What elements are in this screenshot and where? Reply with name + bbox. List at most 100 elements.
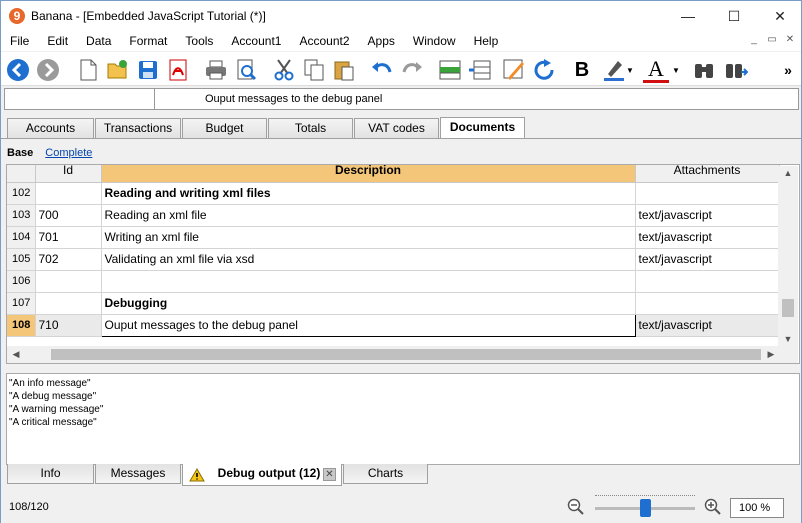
redo-icon[interactable] — [399, 57, 425, 83]
highlight-color-icon[interactable] — [601, 57, 627, 83]
cell-id[interactable]: 701 — [35, 226, 102, 249]
tab-accounts[interactable]: Accounts — [7, 118, 94, 138]
menu-data[interactable]: Data — [77, 31, 120, 51]
column-header-description[interactable]: Description — [101, 165, 636, 183]
cell-description-current[interactable]: Ouput messages to the debug panel — [100, 313, 636, 337]
cell-content[interactable]: Ouput messages to the debug panel — [157, 89, 798, 109]
menu-help[interactable]: Help — [465, 31, 508, 51]
tab-charts[interactable]: Charts — [343, 464, 428, 484]
print-preview-icon[interactable] — [233, 57, 259, 83]
mdi-close-button[interactable]: ✕ — [783, 34, 797, 45]
insert-row-icon[interactable] — [467, 57, 493, 83]
minimize-button[interactable]: — — [665, 1, 711, 31]
cell-attachments[interactable]: text/javascript — [635, 314, 780, 337]
zoom-level-field[interactable]: 100 % — [730, 498, 784, 518]
cell-attachments[interactable] — [635, 182, 780, 205]
edit-icon[interactable] — [501, 57, 527, 83]
close-tab-icon[interactable]: ✕ — [323, 468, 336, 481]
menu-account1[interactable]: Account1 — [222, 31, 290, 51]
scroll-up-icon[interactable]: ▲ — [781, 168, 795, 178]
cell-id[interactable]: 702 — [35, 248, 102, 271]
tab-totals[interactable]: Totals — [268, 118, 353, 138]
tab-transactions[interactable]: Transactions — [95, 118, 181, 138]
cell-attachments[interactable]: text/javascript — [635, 204, 780, 227]
cell-id[interactable] — [35, 182, 102, 205]
table-row[interactable]: 102 Reading and writing xml files — [7, 182, 780, 205]
mdi-minimize-button[interactable]: _ — [747, 34, 761, 45]
undo-icon[interactable] — [369, 57, 395, 83]
add-row-icon[interactable] — [437, 57, 463, 83]
tab-vat-codes[interactable]: VAT codes — [354, 118, 439, 138]
cell-description[interactable]: Reading and writing xml files — [101, 182, 636, 205]
horizontal-scroll-thumb[interactable] — [51, 349, 761, 360]
table-row[interactable]: 104 701 Writing an xml file text/javascr… — [7, 226, 780, 249]
tab-messages[interactable]: Messages — [95, 464, 181, 484]
cell-description[interactable]: Writing an xml file — [101, 226, 636, 249]
cell-id[interactable] — [35, 270, 102, 293]
debug-output-panel: "An info message" "A debug message" "A w… — [6, 373, 800, 465]
forward-icon[interactable] — [35, 57, 61, 83]
column-header-row-number[interactable] — [7, 165, 36, 183]
highlight-dropdown-icon[interactable]: ▼ — [625, 57, 635, 83]
vertical-scroll-thumb[interactable] — [782, 299, 794, 317]
table-row[interactable]: 103 700 Reading an xml file text/javascr… — [7, 204, 780, 227]
tab-info[interactable]: Info — [7, 464, 94, 484]
new-file-icon[interactable] — [75, 57, 101, 83]
pdf-icon[interactable] — [165, 57, 191, 83]
column-header-attachments[interactable]: Attachments — [635, 165, 780, 183]
find-icon[interactable] — [691, 57, 717, 83]
menu-window[interactable]: Window — [404, 31, 465, 51]
zoom-in-icon[interactable] — [704, 498, 722, 516]
view-base[interactable]: Base — [7, 147, 33, 159]
menu-tools[interactable]: Tools — [176, 31, 222, 51]
menu-edit[interactable]: Edit — [38, 31, 77, 51]
zoom-out-icon[interactable] — [567, 498, 585, 516]
table-row-selected[interactable]: 108 710 Ouput messages to the debug pane… — [7, 313, 780, 337]
menu-format[interactable]: Format — [120, 31, 176, 51]
zoom-slider-thumb[interactable] — [640, 499, 651, 517]
column-header-id[interactable]: Id — [35, 165, 102, 183]
bold-icon[interactable]: B — [569, 57, 595, 83]
cell-description[interactable] — [101, 270, 636, 293]
cell-attachments[interactable] — [635, 270, 780, 293]
scroll-down-icon[interactable]: ▼ — [781, 334, 795, 344]
cell-attachments[interactable] — [635, 292, 780, 315]
menu-apps[interactable]: Apps — [359, 31, 404, 51]
cut-icon[interactable] — [271, 57, 297, 83]
cell-attachments[interactable]: text/javascript — [635, 226, 780, 249]
copy-icon[interactable] — [301, 57, 327, 83]
cell-id[interactable]: 710 — [35, 314, 102, 337]
cell-description[interactable]: Reading an xml file — [101, 204, 636, 227]
scroll-left-icon[interactable]: ◀ — [9, 349, 23, 360]
horizontal-scrollbar[interactable]: ◀ ▶ — [7, 346, 798, 363]
maximize-button[interactable]: ☐ — [711, 1, 757, 31]
text-color-icon[interactable]: A — [643, 56, 669, 83]
scroll-right-icon[interactable]: ▶ — [764, 349, 778, 360]
table-row[interactable]: 105 702 Validating an xml file via xsd t… — [7, 248, 780, 271]
table-row[interactable]: 106 — [7, 270, 780, 293]
find-next-icon[interactable] — [723, 57, 749, 83]
cell-description[interactable]: Debugging — [101, 292, 636, 315]
mdi-restore-button[interactable]: ▭ — [765, 34, 779, 45]
open-folder-icon[interactable] — [105, 57, 131, 83]
cell-description[interactable]: Validating an xml file via xsd — [101, 248, 636, 271]
table-row[interactable]: 107 Debugging — [7, 292, 780, 315]
print-icon[interactable] — [203, 57, 229, 83]
cell-id[interactable]: 700 — [35, 204, 102, 227]
tab-budget[interactable]: Budget — [182, 118, 267, 138]
view-complete[interactable]: Complete — [45, 147, 92, 159]
tab-documents[interactable]: Documents — [440, 117, 525, 138]
cell-attachments[interactable]: text/javascript — [635, 248, 780, 271]
close-button[interactable]: ✕ — [757, 1, 802, 31]
save-icon[interactable] — [135, 57, 161, 83]
back-icon[interactable] — [5, 57, 31, 83]
paste-icon[interactable] — [331, 57, 357, 83]
more-icon[interactable]: » — [779, 57, 797, 83]
tab-debug-output[interactable]: Debug output (12) ✕ — [182, 464, 342, 486]
menu-account2[interactable]: Account2 — [290, 31, 358, 51]
text-color-dropdown-icon[interactable]: ▼ — [671, 57, 681, 83]
cell-id[interactable] — [35, 292, 102, 315]
vertical-scrollbar[interactable]: ▲ ▼ — [778, 166, 798, 346]
recheck-icon[interactable] — [531, 57, 557, 83]
menu-file[interactable]: File — [1, 31, 38, 51]
